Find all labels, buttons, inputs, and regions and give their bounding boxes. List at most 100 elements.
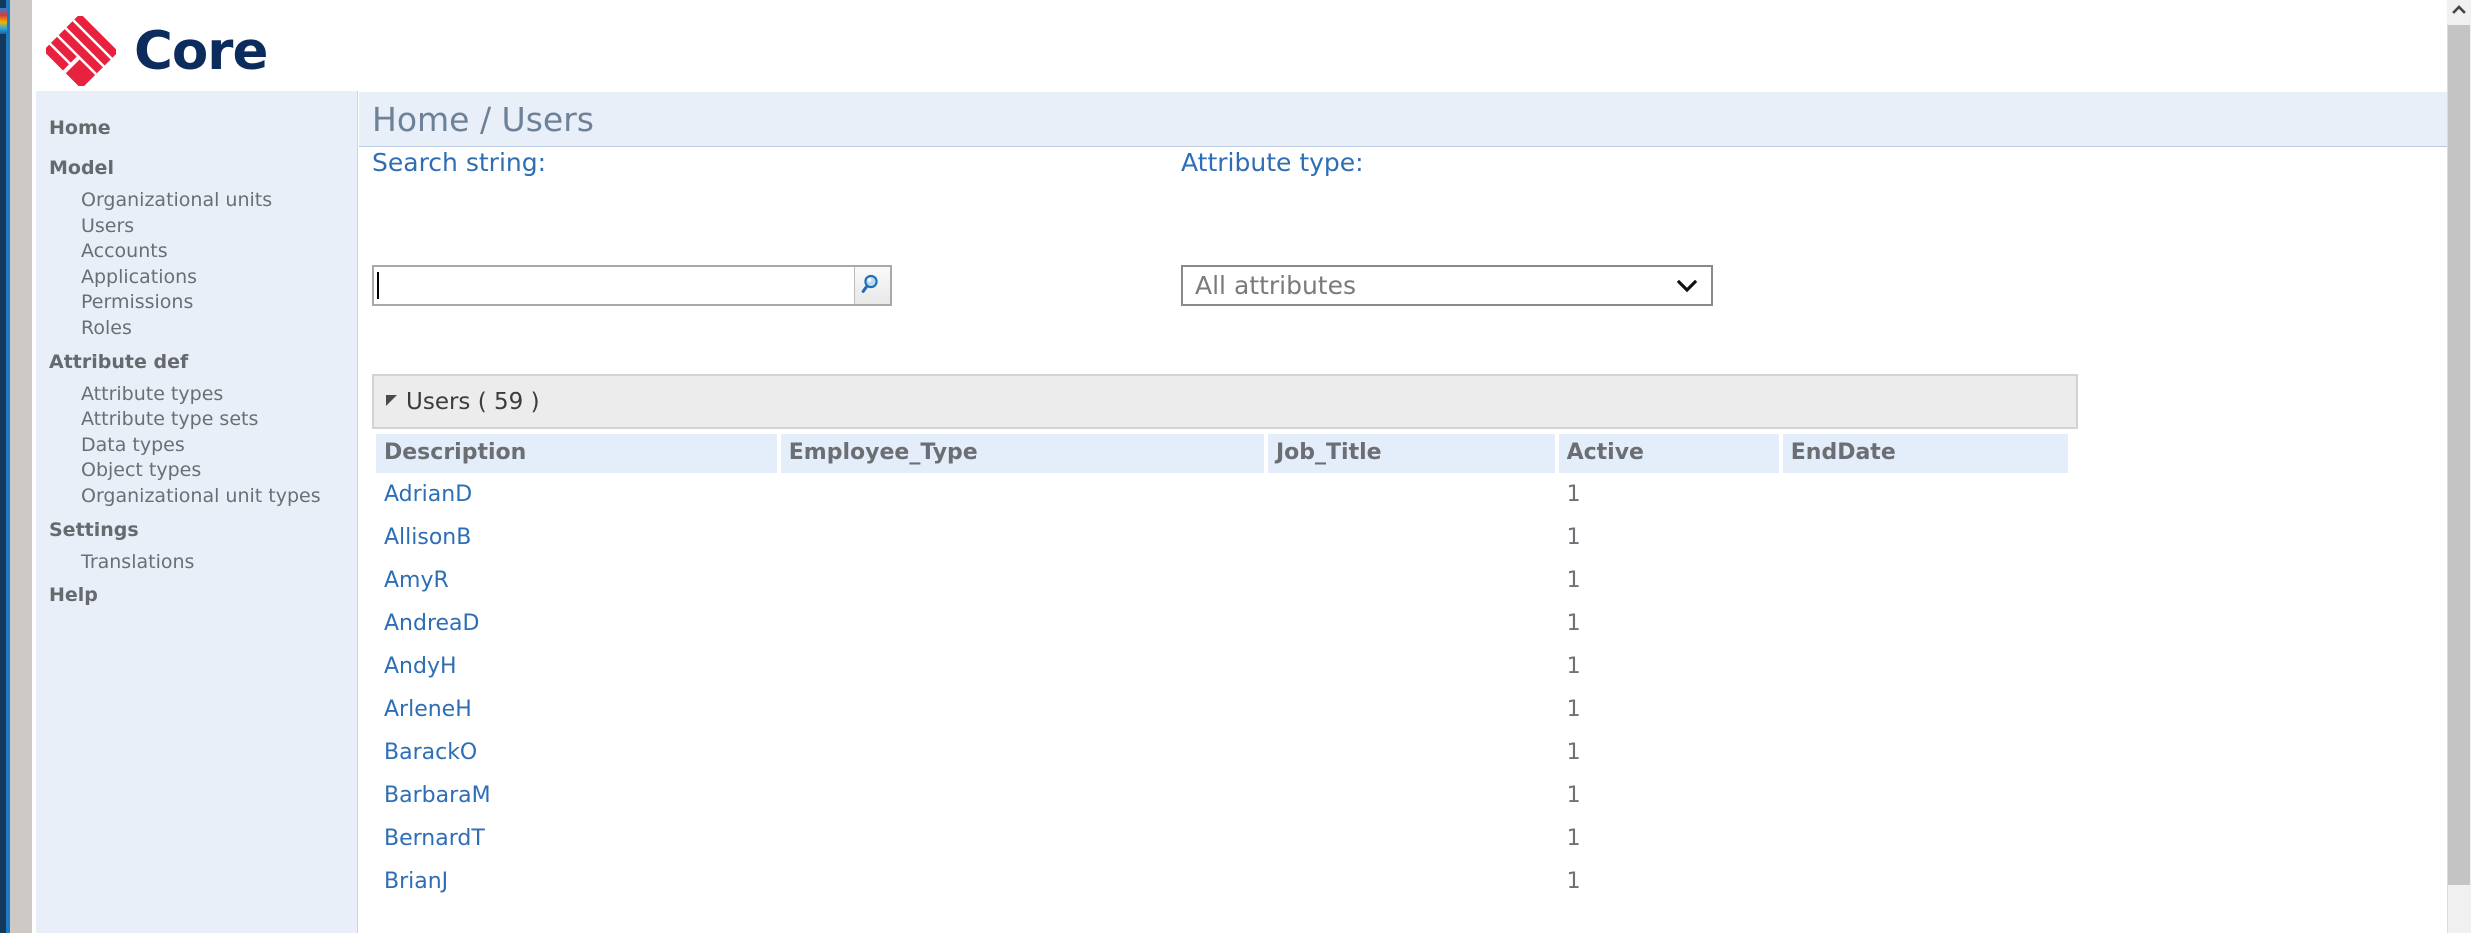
cell-active: 1 bbox=[1566, 740, 1581, 765]
sidebar-group-home: Home bbox=[36, 108, 357, 148]
sidebar-group-settings: Settings Translations bbox=[36, 510, 357, 576]
sidebar-item-users[interactable]: Users bbox=[36, 214, 357, 240]
cell-job-title bbox=[1268, 731, 1555, 774]
diamond-stripes-logo-icon bbox=[46, 16, 116, 86]
browser-window-edge bbox=[0, 0, 10, 933]
cell-enddate bbox=[1783, 516, 2068, 559]
app-root: Core Home Model Organizational units Use… bbox=[0, 0, 2471, 933]
cell-description[interactable]: BernardT bbox=[376, 817, 777, 860]
cell-employee-type bbox=[781, 817, 1264, 860]
cell-employee-type bbox=[781, 516, 1264, 559]
sidebar-item-organizational-unit-types[interactable]: Organizational unit types bbox=[36, 484, 357, 510]
cell-enddate bbox=[1783, 473, 2068, 516]
sidebar-item-roles[interactable]: Roles bbox=[36, 316, 357, 342]
table-row: ArleneH 1 bbox=[376, 688, 2068, 731]
sidebar-item-home[interactable]: Home bbox=[36, 108, 357, 148]
cell-employee-type bbox=[781, 860, 1264, 903]
cell-job-title bbox=[1268, 516, 1555, 559]
collapse-triangle-icon bbox=[386, 394, 397, 406]
sidebar-header-attribute-def: Attribute def bbox=[49, 350, 189, 373]
sidebar-group-help: Help bbox=[36, 575, 357, 615]
cell-active: 1 bbox=[1566, 482, 1581, 507]
scroll-up-button[interactable] bbox=[2447, 0, 2471, 24]
cell-active: 1 bbox=[1566, 568, 1581, 593]
users-panel-title: Users ( 59 ) bbox=[406, 388, 540, 415]
search-input[interactable] bbox=[374, 267, 849, 304]
search-button[interactable] bbox=[854, 267, 890, 304]
users-panel-header[interactable]: Users ( 59 ) bbox=[372, 374, 2078, 429]
cell-description[interactable]: AllisonB bbox=[376, 516, 777, 559]
cell-job-title bbox=[1268, 645, 1555, 688]
cell-enddate bbox=[1783, 731, 2068, 774]
cell-employee-type bbox=[781, 602, 1264, 645]
search-icon bbox=[861, 272, 885, 300]
cell-employee-type bbox=[781, 774, 1264, 817]
chevron-up-icon bbox=[2451, 2, 2467, 22]
cell-active: 1 bbox=[1566, 525, 1581, 550]
cell-enddate bbox=[1783, 688, 2068, 731]
sidebar-item-accounts[interactable]: Accounts bbox=[36, 239, 357, 265]
users-table-body: AdrianD 1 AllisonB 1 AmyR 1 AndreaD 1 AndyH 1 Arle… bbox=[376, 473, 2068, 903]
table-row: AndyH 1 bbox=[376, 645, 2068, 688]
table-row: AllisonB 1 bbox=[376, 516, 2068, 559]
cell-description[interactable]: ArleneH bbox=[376, 688, 777, 731]
cell-enddate bbox=[1783, 774, 2068, 817]
column-header-enddate[interactable]: EndDate bbox=[1782, 434, 2068, 473]
cell-enddate bbox=[1783, 559, 2068, 602]
attribute-type-select[interactable]: All attributes bbox=[1181, 265, 1713, 306]
brand-logo[interactable]: Core bbox=[16, 16, 268, 86]
sidebar-header-settings: Settings bbox=[49, 518, 139, 541]
cell-job-title bbox=[1268, 602, 1555, 645]
cell-description[interactable]: AmyR bbox=[376, 559, 777, 602]
table-row: AdrianD 1 bbox=[376, 473, 2068, 516]
cell-job-title bbox=[1268, 817, 1555, 860]
cell-job-title bbox=[1268, 860, 1555, 903]
cell-active: 1 bbox=[1566, 826, 1581, 851]
sidebar-header-model: Model bbox=[49, 157, 114, 179]
page-title: Home / Users bbox=[372, 100, 594, 139]
sidebar-item-object-types[interactable]: Object types bbox=[36, 458, 357, 484]
search-label: Search string: bbox=[372, 148, 547, 177]
sidebar-group-attribute-def: Attribute def Attribute types Attribute … bbox=[36, 342, 357, 510]
sidebar-item-translations[interactable]: Translations bbox=[36, 550, 357, 576]
sidebar-item-permissions[interactable]: Permissions bbox=[36, 290, 357, 316]
cell-description[interactable]: BarackO bbox=[376, 731, 777, 774]
column-header-employee-type[interactable]: Employee_Type bbox=[780, 434, 1264, 473]
cell-active: 1 bbox=[1566, 611, 1581, 636]
sidebar: Home Model Organizational units Users Ac… bbox=[36, 91, 358, 933]
browser-gutter bbox=[10, 0, 32, 933]
sidebar-item-help[interactable]: Help bbox=[36, 575, 357, 615]
cell-description[interactable]: BarbaraM bbox=[376, 774, 777, 817]
cell-job-title bbox=[1268, 688, 1555, 731]
sidebar-item-organizational-units[interactable]: Organizational units bbox=[36, 188, 357, 214]
sidebar-item-data-types[interactable]: Data types bbox=[36, 433, 357, 459]
cell-employee-type bbox=[781, 688, 1264, 731]
cell-description[interactable]: AndreaD bbox=[376, 602, 777, 645]
table-row: BrianJ 1 bbox=[376, 860, 2068, 903]
sidebar-item-attribute-types[interactable]: Attribute types bbox=[36, 382, 357, 408]
cell-description[interactable]: BrianJ bbox=[376, 860, 777, 903]
cell-description[interactable]: AdrianD bbox=[376, 473, 777, 516]
cell-active: 1 bbox=[1566, 697, 1581, 722]
cell-job-title bbox=[1268, 473, 1555, 516]
sidebar-item-attribute-type-sets[interactable]: Attribute type sets bbox=[36, 407, 357, 433]
table-header-row: Description Employee_Type Job_Title Acti… bbox=[376, 434, 2068, 473]
column-header-active[interactable]: Active bbox=[1558, 434, 1779, 473]
cell-enddate bbox=[1783, 860, 2068, 903]
cell-description[interactable]: AndyH bbox=[376, 645, 777, 688]
vertical-scrollbar[interactable] bbox=[2447, 0, 2471, 933]
scrollbar-thumb[interactable] bbox=[2448, 25, 2470, 885]
cell-active: 1 bbox=[1566, 654, 1581, 679]
users-table: Description Employee_Type Job_Title Acti… bbox=[372, 434, 2072, 903]
breadcrumb: Home / Users bbox=[359, 92, 2447, 147]
sidebar-group-model: Model Organizational units Users Account… bbox=[36, 148, 357, 342]
cell-job-title bbox=[1268, 559, 1555, 602]
logo-bar: Core bbox=[36, 6, 2436, 90]
column-header-description[interactable]: Description bbox=[376, 434, 777, 473]
browser-favicon-icon bbox=[0, 8, 7, 34]
chevron-down-icon bbox=[1675, 274, 1699, 298]
column-header-job-title[interactable]: Job_Title bbox=[1267, 434, 1555, 473]
cell-active: 1 bbox=[1566, 869, 1581, 894]
cell-employee-type bbox=[781, 645, 1264, 688]
sidebar-item-applications[interactable]: Applications bbox=[36, 265, 357, 291]
